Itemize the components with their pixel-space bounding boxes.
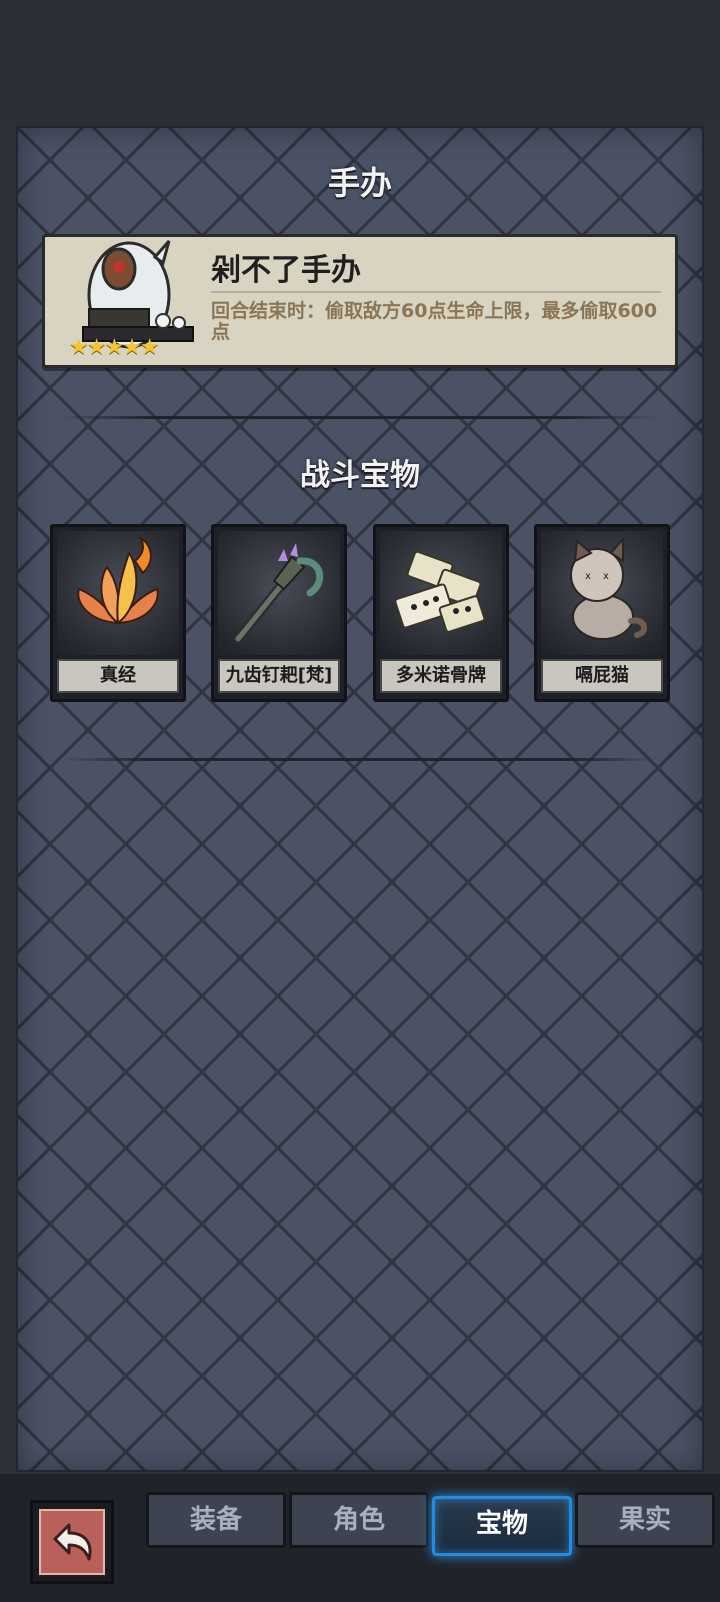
tab-character[interactable]: 角色 xyxy=(289,1492,429,1548)
treasure-item[interactable]: 多米诺骨牌 xyxy=(373,524,509,702)
figurine-name: 剁不了手办 xyxy=(211,253,361,288)
cat-icon: x x xyxy=(541,531,663,655)
figurine-card[interactable]: ★★★★★ 剁不了手办 回合结束时：偷取敌方60点生命上限，最多偷取600点 xyxy=(42,234,678,368)
treasure-name: 嗝屁猫 xyxy=(541,659,663,693)
section-divider-bottom xyxy=(62,758,658,761)
treasure-item[interactable]: x x 嗝屁猫 xyxy=(534,524,670,702)
figurine-portrait: ★★★★★ xyxy=(59,217,199,367)
svg-text:x: x xyxy=(585,571,591,582)
flame-lotus-icon xyxy=(57,531,179,655)
treasure-item[interactable]: 真经 xyxy=(50,524,186,702)
top-bar xyxy=(0,0,720,126)
back-arrow-icon xyxy=(39,1509,105,1575)
page-title: 手办 xyxy=(327,164,392,202)
svg-text:x: x xyxy=(603,571,609,582)
star-rating: ★★★★★ xyxy=(69,335,160,360)
tab-fruit[interactable]: 果实 xyxy=(575,1492,715,1548)
back-button[interactable] xyxy=(30,1500,114,1584)
treasure-name: 真经 xyxy=(57,659,179,693)
treasure-item[interactable]: 九齿钉耙[梵] xyxy=(211,524,347,702)
tab-treasure[interactable]: 宝物 xyxy=(432,1496,572,1556)
tab-equipment[interactable]: 装备 xyxy=(146,1492,286,1548)
card-divider xyxy=(211,291,661,293)
figurine-description: 回合结束时：偷取敌方60点生命上限，最多偷取600点 xyxy=(211,300,658,343)
dominoes-icon xyxy=(380,531,502,655)
treasure-name: 多米诺骨牌 xyxy=(380,659,502,693)
section-title: 战斗宝物 xyxy=(300,458,420,493)
section-divider-top xyxy=(62,416,658,419)
rake-icon xyxy=(218,531,340,655)
treasure-name: 九齿钉耙[梵] xyxy=(218,659,340,693)
